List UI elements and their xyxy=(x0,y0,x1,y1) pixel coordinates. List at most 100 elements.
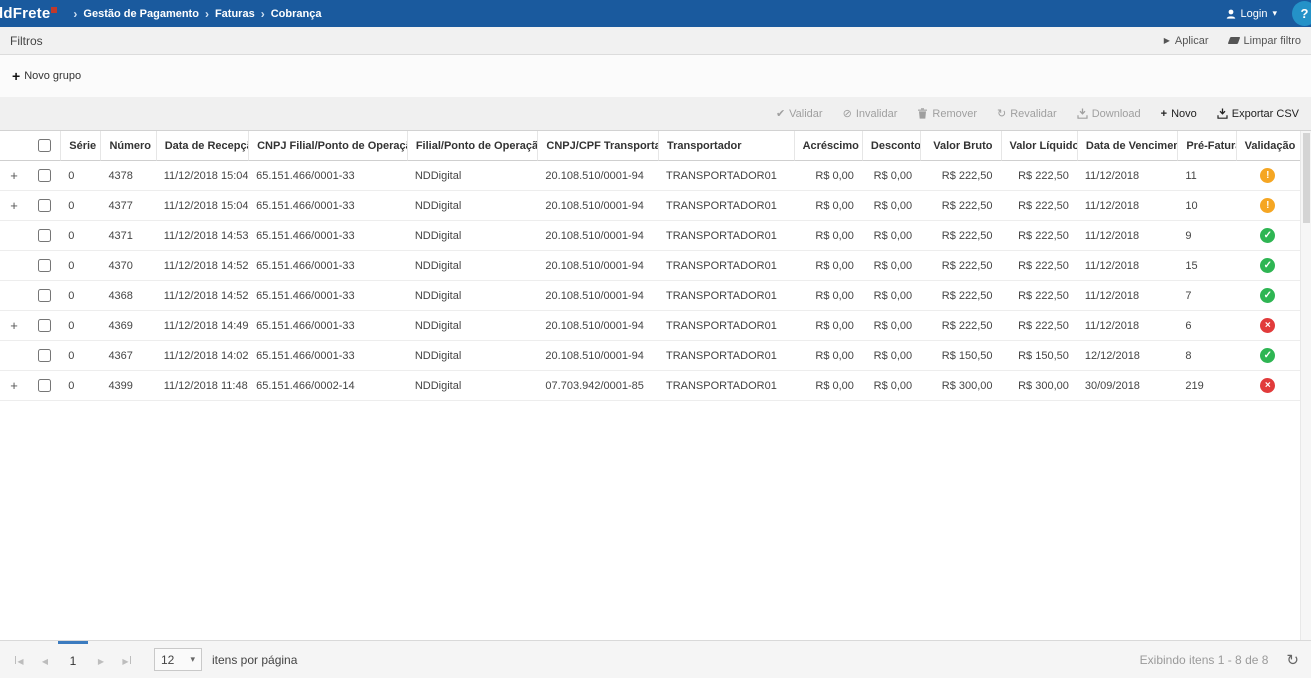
cell-validacao: ✓ xyxy=(1236,281,1300,311)
column-header-numero[interactable]: Número xyxy=(100,131,155,161)
status-error-icon: × xyxy=(1260,378,1275,393)
table-row[interactable]: +0437711/12/2018 15:0465.151.466/0001-33… xyxy=(0,191,1300,221)
filters-bar: Filtros ▶ Aplicar Limpar filtro xyxy=(0,27,1311,55)
table-row[interactable]: 0436711/12/2018 14:0265.151.466/0001-33N… xyxy=(0,341,1300,371)
grid-toolbar: ✔Validar ⊘Invalidar Remover ↻Revalidar Downl… xyxy=(0,97,1311,130)
cell-filial: NDDigital xyxy=(407,191,538,221)
column-header-recepcao[interactable]: Data de Recepção↓ xyxy=(156,131,248,161)
table-row[interactable]: 0437111/12/2018 14:5365.151.466/0001-33N… xyxy=(0,221,1300,251)
table-row[interactable]: +0439911/12/2018 11:4865.151.466/0002-14… xyxy=(0,371,1300,401)
row-checkbox[interactable] xyxy=(38,289,51,302)
cell-select xyxy=(28,341,60,371)
row-checkbox[interactable] xyxy=(38,229,51,242)
page-size-value: 12 xyxy=(161,653,174,667)
cell-cnpj_filial: 65.151.466/0001-33 xyxy=(248,341,407,371)
previous-page-button[interactable]: ◀ xyxy=(32,653,58,667)
column-header-validacao[interactable]: Validação xyxy=(1236,131,1300,161)
cell-serie: 0 xyxy=(60,311,100,341)
cell-serie: 0 xyxy=(60,371,100,401)
expand-row-button[interactable]: + xyxy=(10,318,18,333)
breadcrumb-separator: › xyxy=(205,7,209,21)
cell-valor_liquido: R$ 300,00 xyxy=(1001,371,1077,401)
expand-row-button[interactable]: + xyxy=(10,378,18,393)
column-header-valor_liquido[interactable]: Valor Líquido xyxy=(1001,131,1077,161)
revalidar-button[interactable]: ↻Revalidar xyxy=(997,107,1057,120)
column-label: Data de Vencimento xyxy=(1086,140,1177,152)
cell-valor_liquido: R$ 222,50 xyxy=(1001,281,1077,311)
row-checkbox[interactable] xyxy=(38,319,51,332)
cell-pre_fatura: 9 xyxy=(1177,221,1235,251)
column-header-acrescimo[interactable]: Acréscimo xyxy=(794,131,862,161)
cell-numero: 4367 xyxy=(100,341,155,371)
cell-transportador: TRANSPORTADOR01 xyxy=(658,161,794,191)
column-header-cnpj_transportador[interactable]: CNPJ/CPF Transportador xyxy=(537,131,658,161)
clear-filter-button[interactable]: Limpar filtro xyxy=(1229,35,1301,47)
breadcrumb-item-2[interactable]: Cobrança xyxy=(271,8,322,20)
vertical-scrollbar[interactable] xyxy=(1300,131,1311,640)
row-checkbox[interactable] xyxy=(38,169,51,182)
cell-cnpj_transportador: 20.108.510/0001-94 xyxy=(537,281,658,311)
expand-row-button[interactable]: + xyxy=(10,198,18,213)
cell-desconto: R$ 0,00 xyxy=(862,341,920,371)
column-label: Data de Recepção xyxy=(165,140,248,152)
cell-transportador: TRANSPORTADOR01 xyxy=(658,311,794,341)
column-header-desconto[interactable]: Desconto xyxy=(862,131,920,161)
cell-valor_bruto: R$ 222,50 xyxy=(920,191,1000,221)
download-button[interactable]: Download xyxy=(1077,108,1141,120)
breadcrumb-item-1[interactable]: Faturas xyxy=(215,8,255,20)
column-header-vencimento[interactable]: Data de Vencimento xyxy=(1077,131,1177,161)
cell-acrescimo: R$ 0,00 xyxy=(794,221,862,251)
new-group-button[interactable]: + Novo grupo xyxy=(12,68,81,84)
apply-filter-button[interactable]: ▶ Aplicar xyxy=(1164,35,1209,47)
help-icon[interactable]: ? xyxy=(1292,1,1311,26)
row-checkbox[interactable] xyxy=(38,199,51,212)
first-page-button[interactable]: ◀ xyxy=(6,653,32,667)
row-checkbox[interactable] xyxy=(38,259,51,272)
cell-pre_fatura: 219 xyxy=(1177,371,1235,401)
cell-validacao: × xyxy=(1236,371,1300,401)
cell-validacao: ✓ xyxy=(1236,341,1300,371)
row-checkbox[interactable] xyxy=(38,349,51,362)
exportar-csv-button[interactable]: Exportar CSV xyxy=(1217,108,1299,120)
row-checkbox[interactable] xyxy=(38,379,51,392)
expand-row-button[interactable]: + xyxy=(10,168,18,183)
cell-acrescimo: R$ 0,00 xyxy=(794,251,862,281)
plus-icon: + xyxy=(12,68,20,84)
remover-button[interactable]: Remover xyxy=(917,108,977,120)
column-header-serie[interactable]: Série xyxy=(60,131,100,161)
cell-validacao: ✓ xyxy=(1236,251,1300,281)
breadcrumb-item-0[interactable]: Gestão de Pagamento xyxy=(83,8,199,20)
select-all-checkbox[interactable] xyxy=(38,139,51,152)
cell-cnpj_filial: 65.151.466/0001-33 xyxy=(248,311,407,341)
table-row[interactable]: 0436811/12/2018 14:5265.151.466/0001-33N… xyxy=(0,281,1300,311)
column-header-transportador[interactable]: Transportador xyxy=(658,131,794,161)
cell-cnpj_transportador: 20.108.510/0001-94 xyxy=(537,191,658,221)
page-size-select[interactable]: 12 ▾ xyxy=(154,648,202,671)
cell-validacao: ✓ xyxy=(1236,221,1300,251)
table-row[interactable]: 0437011/12/2018 14:5265.151.466/0001-33N… xyxy=(0,251,1300,281)
column-header-filial[interactable]: Filial/Ponto de Operação xyxy=(407,131,538,161)
column-label: Número xyxy=(109,140,151,152)
column-header-valor_bruto[interactable]: Valor Bruto xyxy=(920,131,1000,161)
current-page-button[interactable]: 1 xyxy=(58,641,88,678)
invalidar-button[interactable]: ⊘Invalidar xyxy=(843,107,898,120)
column-header-cnpj_filial[interactable]: CNPJ Filial/Ponto de Operação xyxy=(248,131,407,161)
validar-button[interactable]: ✔Validar xyxy=(776,107,823,120)
cell-recepcao: 11/12/2018 15:04 xyxy=(156,161,248,191)
cell-validacao: × xyxy=(1236,311,1300,341)
novo-button[interactable]: +Novo xyxy=(1161,108,1197,120)
last-page-button[interactable]: ▶ xyxy=(114,653,140,667)
table-row[interactable]: +0436911/12/2018 14:4965.151.466/0001-33… xyxy=(0,311,1300,341)
cell-valor_bruto: R$ 300,00 xyxy=(920,371,1000,401)
scrollbar-thumb[interactable] xyxy=(1303,133,1310,223)
table-row[interactable]: +0437811/12/2018 15:0465.151.466/0001-33… xyxy=(0,161,1300,191)
refresh-icon[interactable]: ↻ xyxy=(1286,651,1299,669)
next-page-button[interactable]: ▶ xyxy=(88,653,114,667)
column-header-pre_fatura[interactable]: Pré-Fatura xyxy=(1177,131,1235,161)
app-logo[interactable]: ddFrete xyxy=(0,5,57,22)
cell-recepcao: 11/12/2018 14:53 xyxy=(156,221,248,251)
login-menu[interactable]: Login ▾ xyxy=(1226,8,1277,20)
cell-validacao: ! xyxy=(1236,161,1300,191)
new-group-label: Novo grupo xyxy=(24,70,81,82)
trash-icon xyxy=(917,108,928,119)
